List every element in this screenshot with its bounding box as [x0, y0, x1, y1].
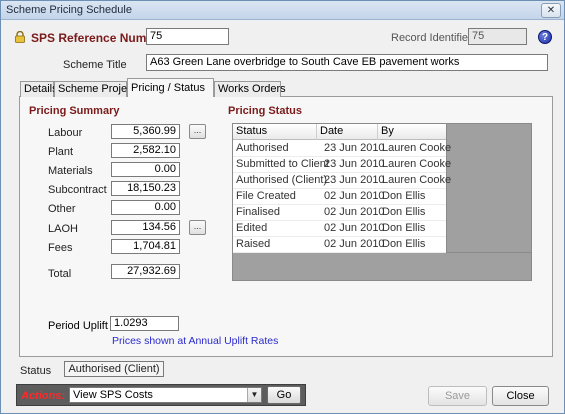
date-cell: 02 Jun 2010 — [324, 238, 385, 250]
status-label: Status — [20, 365, 52, 377]
subcontract-label: Subcontract — [48, 184, 107, 196]
actions-bar: Actions: View SPS Costs ▼ Go — [16, 384, 306, 406]
fees-value[interactable]: 1,704.81 — [111, 239, 180, 254]
date-cell: 02 Jun 2010 — [324, 206, 385, 218]
scheme-title-label: Scheme Title — [63, 59, 127, 71]
date-cell: 02 Jun 2010 — [324, 190, 385, 202]
date-cell: 23 Jun 2010 — [324, 142, 385, 154]
period-uplift-input[interactable]: 1.0293 — [110, 316, 179, 331]
status-cell: Finalised — [236, 206, 281, 218]
chevron-down-icon[interactable]: ▼ — [247, 388, 261, 402]
by-cell: Don Ellis — [382, 206, 426, 218]
window-close-button[interactable]: ✕ — [541, 3, 561, 18]
uplift-rates-note: Prices shown at Annual Uplift Rates — [112, 335, 279, 347]
table-row[interactable]: Submitted to Client 23 Jun 2010 Lauren C… — [233, 157, 451, 173]
fees-label: Fees — [48, 242, 73, 254]
by-cell: Lauren Cooke — [382, 158, 452, 170]
by-cell: Don Ellis — [382, 238, 426, 250]
status-cell: File Created — [236, 190, 296, 202]
pricing-status-grid[interactable]: Status Date By Authorised 23 Jun 2010 La… — [232, 123, 451, 253]
materials-value[interactable]: 0.00 — [111, 162, 180, 177]
close-button[interactable]: Close — [492, 386, 549, 406]
grid-header: Status Date By — [233, 124, 446, 140]
status-value: Authorised (Client) — [64, 361, 164, 377]
record-identifier-label: Record Identifier — [391, 32, 472, 44]
labour-label: Labour — [48, 127, 83, 139]
status-cell: Raised — [236, 238, 271, 250]
laoh-value[interactable]: 134.56 — [111, 220, 180, 235]
date-cell: 02 Jun 2010 — [324, 222, 385, 234]
record-identifier-field: 75 — [468, 28, 527, 45]
tab-pricing-status[interactable]: Pricing / Status — [127, 78, 214, 97]
actions-selected-value: View SPS Costs — [73, 389, 153, 401]
title-bar: Scheme Pricing Schedule ✕ — [1, 1, 564, 20]
actions-select[interactable]: View SPS Costs ▼ — [69, 387, 262, 403]
other-value[interactable]: 0.00 — [111, 200, 180, 215]
help-icon[interactable]: ? — [538, 30, 552, 44]
laoh-label: LAOH — [48, 223, 78, 235]
subcontract-value[interactable]: 18,150.23 — [111, 181, 180, 196]
labour-value[interactable]: 5,360.99 — [111, 124, 180, 139]
total-value: 27,932.69 — [111, 264, 180, 279]
plant-label: Plant — [48, 146, 74, 158]
tab-scheme-projects[interactable]: Scheme Projects — [54, 81, 141, 97]
by-cell: Don Ellis — [382, 190, 426, 202]
pricing-summary-title: Pricing Summary — [29, 105, 120, 117]
column-header-date[interactable]: Date — [317, 124, 378, 140]
sps-reference-label: SPS Reference Number — [31, 31, 166, 45]
status-cell: Authorised (Client) — [236, 174, 328, 186]
laoh-details-button[interactable]: ... — [189, 220, 206, 235]
table-row[interactable]: File Created 02 Jun 2010 Don Ellis — [233, 189, 446, 205]
status-cell: Submitted to Client — [236, 158, 329, 170]
by-cell: Lauren Cooke — [382, 174, 452, 186]
materials-label: Materials — [48, 165, 93, 177]
labour-details-button[interactable]: ... — [189, 124, 206, 139]
date-cell: 23 Jun 2010 — [324, 174, 385, 186]
grid-empty-area-lower — [232, 253, 532, 281]
table-row[interactable]: Authorised (Client) 23 Jun 2010 Lauren C… — [233, 173, 451, 189]
grid-empty-area — [447, 123, 532, 253]
table-row[interactable]: Edited 02 Jun 2010 Don Ellis — [233, 221, 446, 237]
actions-label: Actions: — [21, 390, 65, 402]
lock-icon — [15, 31, 25, 43]
scheme-title-input[interactable]: A63 Green Lane overbridge to South Cave … — [146, 54, 548, 71]
status-cell: Authorised — [236, 142, 289, 154]
by-cell: Don Ellis — [382, 222, 426, 234]
tab-works-orders[interactable]: Works Orders — [214, 81, 286, 97]
save-button[interactable]: Save — [428, 386, 487, 406]
column-header-status[interactable]: Status — [233, 124, 317, 140]
period-uplift-label: Period Uplift — [48, 320, 108, 332]
column-header-by[interactable]: By — [378, 124, 446, 140]
sps-reference-input[interactable]: 75 — [146, 28, 229, 45]
table-row[interactable]: Authorised 23 Jun 2010 Lauren Cooke — [233, 141, 451, 157]
by-cell: Lauren Cooke — [382, 142, 452, 154]
other-label: Other — [48, 203, 76, 215]
plant-value[interactable]: 2,582.10 — [111, 143, 180, 158]
pricing-status-title: Pricing Status — [228, 105, 302, 117]
table-row[interactable]: Finalised 02 Jun 2010 Don Ellis — [233, 205, 446, 221]
window-title: Scheme Pricing Schedule — [6, 4, 132, 16]
tab-details[interactable]: Details — [20, 81, 58, 97]
total-label: Total — [48, 268, 72, 280]
go-button[interactable]: Go — [267, 386, 301, 404]
date-cell: 23 Jun 2010 — [324, 158, 385, 170]
scheme-pricing-window: Scheme Pricing Schedule ✕ SPS Reference … — [0, 0, 565, 414]
table-row[interactable]: Raised 02 Jun 2010 Don Ellis — [233, 237, 446, 253]
status-cell: Edited — [236, 222, 268, 234]
